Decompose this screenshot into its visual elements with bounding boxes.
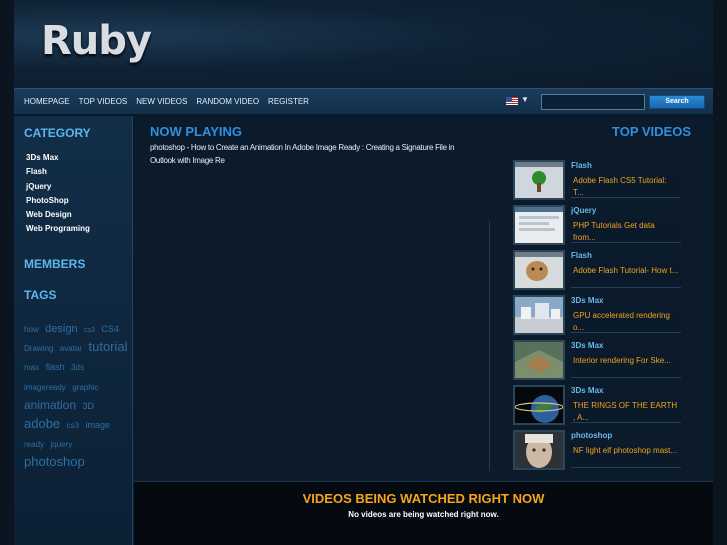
category-item[interactable]: PhotoShop [26, 196, 90, 210]
tags-heading: TAGS [24, 288, 57, 302]
category-item[interactable]: jQuery [26, 182, 90, 196]
video-category[interactable]: photoshop [571, 431, 612, 440]
video-category[interactable]: 3Ds Max [571, 386, 603, 395]
main-nav: HOMEPAGE TOP VIDEOS NEW VIDEOS RANDOM VI… [14, 88, 713, 115]
top-video-item[interactable]: 3Ds Max GPU accelerated rendering o... [513, 295, 683, 337]
us-flag-icon[interactable] [506, 97, 518, 105]
video-category[interactable]: 3Ds Max [571, 296, 603, 305]
nav-homepage[interactable]: HOMEPAGE [24, 97, 70, 106]
nav-random-video[interactable]: RANDOM VIDEO [196, 97, 259, 106]
video-title[interactable]: Interior rendering For Ske... [571, 354, 681, 378]
top-video-item[interactable]: photoshop NF light elf photoshop mast... [513, 430, 683, 472]
category-item[interactable]: Web Programing [26, 224, 90, 238]
tag-link[interactable]: 3D [82, 401, 94, 411]
tag-link[interactable]: cs3 [84, 327, 95, 334]
watched-now-section: VIDEOS BEING WATCHED RIGHT NOW No videos… [134, 481, 713, 545]
video-thumbnail[interactable] [513, 160, 565, 200]
sidebar: CATEGORY 3Ds Max Flash jQuery PhotoShop … [14, 116, 133, 545]
tag-link[interactable]: flash [46, 362, 65, 372]
category-item[interactable]: 3Ds Max [26, 153, 90, 167]
category-list: 3Ds Max Flash jQuery PhotoShop Web Desig… [26, 153, 90, 239]
tag-link[interactable]: imageready [24, 383, 66, 392]
tag-link[interactable]: avatar [60, 344, 82, 353]
video-title[interactable]: Adobe Flash CS5 Tutorial: T... [571, 174, 681, 198]
now-playing-description: photoshop - How to Create an Animation I… [150, 143, 455, 165]
video-category[interactable]: Flash [571, 161, 592, 170]
tag-link[interactable]: photoshop [24, 454, 85, 469]
video-thumbnail[interactable] [513, 430, 565, 470]
search-input[interactable] [541, 94, 645, 110]
tag-link[interactable]: tutorial [88, 339, 127, 354]
tag-link[interactable]: Drawing [24, 344, 53, 353]
tag-link[interactable]: max [24, 363, 39, 372]
category-item[interactable]: Flash [26, 167, 90, 181]
tag-link[interactable]: graphic [72, 383, 98, 392]
top-video-item[interactable]: 3Ds Max THE RINGS OF THE EARTH , A... [513, 385, 683, 427]
nav-new-videos[interactable]: NEW VIDEOS [136, 97, 187, 106]
category-item[interactable]: Web Design [26, 210, 90, 224]
tag-link[interactable]: adobe [24, 416, 60, 431]
video-title[interactable]: Adobe Flash Tutorial- How t... [571, 264, 681, 288]
video-category[interactable]: 3Ds Max [571, 341, 603, 350]
main-content: NOW PLAYING photoshop - How to Create an… [134, 116, 713, 479]
tag-link[interactable]: 3ds [71, 363, 84, 372]
site-header: Ruby [14, 0, 713, 88]
tag-link[interactable]: animation [24, 398, 76, 412]
video-category[interactable]: jQuery [571, 206, 596, 215]
tag-link[interactable]: how [24, 325, 39, 334]
search-button[interactable]: Search [649, 95, 705, 109]
video-title[interactable]: NF light elf photoshop mast... [571, 444, 681, 468]
top-video-item[interactable]: jQuery PHP Tutorials Get data from... [513, 205, 683, 247]
tag-link[interactable]: cs3 [67, 421, 79, 430]
nav-register[interactable]: REGISTER [268, 97, 309, 106]
tag-cloud: how design cs3 CS4 Drawing avatar tutori… [24, 318, 130, 472]
tag-link[interactable]: ready [24, 440, 44, 449]
video-thumbnail[interactable] [513, 340, 565, 380]
video-title[interactable]: GPU accelerated rendering o... [571, 309, 681, 333]
now-playing-heading: NOW PLAYING [150, 124, 242, 139]
members-heading[interactable]: MEMBERS [24, 257, 85, 271]
top-video-item[interactable]: Flash Adobe Flash Tutorial- How t... [513, 250, 683, 292]
top-video-item[interactable]: Flash Adobe Flash CS5 Tutorial: T... [513, 160, 683, 202]
top-videos-heading: TOP VIDEOS [612, 124, 691, 139]
video-title[interactable]: THE RINGS OF THE EARTH , A... [571, 399, 681, 423]
tag-link[interactable]: image [86, 420, 111, 430]
nav-links: HOMEPAGE TOP VIDEOS NEW VIDEOS RANDOM VI… [24, 97, 309, 106]
video-thumbnail[interactable] [513, 385, 565, 425]
video-thumbnail[interactable] [513, 250, 565, 290]
video-thumbnail[interactable] [513, 295, 565, 335]
watched-now-message: No videos are being watched right now. [348, 510, 499, 519]
video-thumbnail[interactable] [513, 205, 565, 245]
tag-link[interactable]: jquery [50, 440, 72, 449]
watched-now-heading: VIDEOS BEING WATCHED RIGHT NOW [302, 491, 545, 506]
category-heading: CATEGORY [24, 126, 91, 140]
nav-top-videos[interactable]: TOP VIDEOS [79, 97, 128, 106]
top-video-item[interactable]: 3Ds Max Interior rendering For Ske... [513, 340, 683, 382]
video-title[interactable]: PHP Tutorials Get data from... [571, 219, 681, 243]
tag-link[interactable]: design [45, 323, 77, 335]
divider [489, 221, 490, 471]
tag-link[interactable]: CS4 [101, 324, 119, 334]
video-category[interactable]: Flash [571, 251, 592, 260]
site-logo[interactable]: Ruby [41, 18, 152, 64]
chevron-down-icon[interactable]: ▼ [521, 95, 529, 104]
